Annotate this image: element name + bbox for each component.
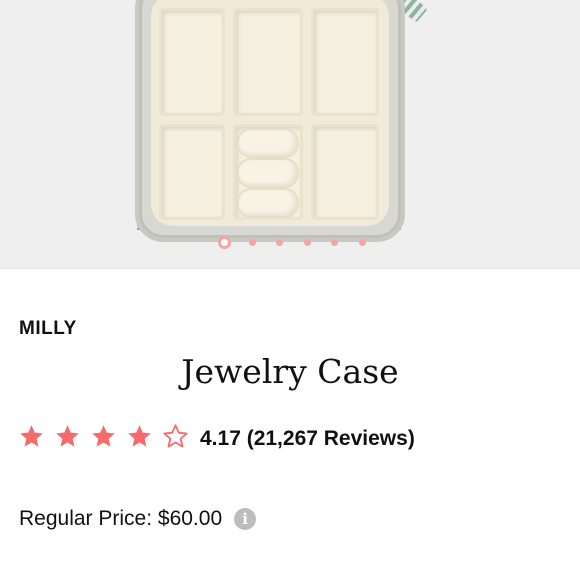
star-icon xyxy=(54,423,81,450)
compartment xyxy=(311,8,379,116)
carousel-dot[interactable] xyxy=(248,239,256,246)
carousel-dots[interactable] xyxy=(0,236,580,250)
compartment xyxy=(311,124,379,220)
info-icon[interactable]: i xyxy=(234,508,257,530)
carousel-dot[interactable] xyxy=(303,239,311,246)
carousel-dot[interactable] xyxy=(218,236,231,249)
compartment xyxy=(159,8,225,116)
compartment xyxy=(233,8,303,116)
carousel-dot[interactable] xyxy=(331,239,338,246)
divider xyxy=(0,268,580,269)
star-rating xyxy=(18,423,198,455)
compartment xyxy=(159,124,225,220)
ring-roll xyxy=(237,158,299,188)
brand-name[interactable]: MILLY xyxy=(19,318,77,340)
case-lining xyxy=(151,0,389,226)
rating-row[interactable]: 4.17 (21,267 Reviews) xyxy=(18,424,415,454)
ring-roll xyxy=(237,128,299,158)
star-icon xyxy=(126,423,153,450)
jewelry-case-illustration xyxy=(135,0,405,242)
ring-roll xyxy=(237,188,299,218)
star-icon xyxy=(18,423,45,450)
star-outline-icon xyxy=(162,423,189,450)
regular-price: Regular Price: $60.00 xyxy=(19,507,223,530)
star-icon xyxy=(90,423,117,450)
rating-text[interactable]: 4.17 (21,267 Reviews) xyxy=(200,427,415,451)
carousel-dot[interactable] xyxy=(358,239,366,246)
product-image[interactable] xyxy=(0,0,580,268)
price-row: Regular Price: $60.00 i xyxy=(19,505,257,533)
product-title: Jewelry Case xyxy=(181,352,399,391)
carousel-dot[interactable] xyxy=(276,239,283,246)
